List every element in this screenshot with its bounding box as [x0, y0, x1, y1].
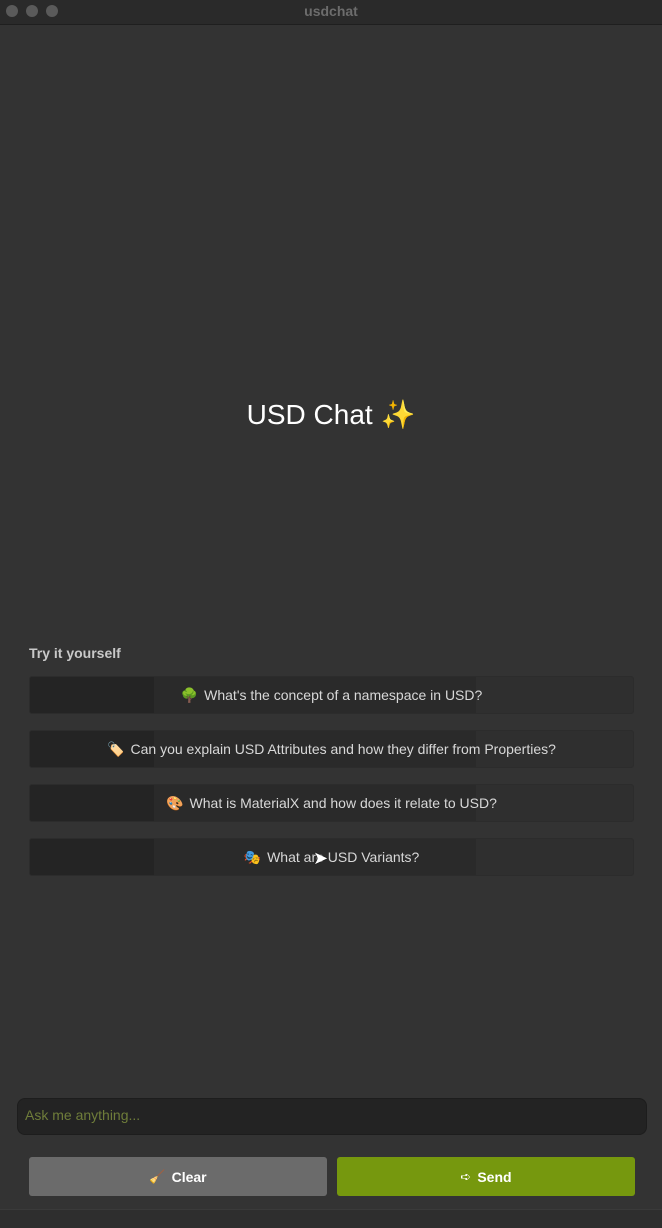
- sparkles-icon: ✨: [380, 399, 416, 430]
- theater-masks-icon: 🎭: [243, 848, 262, 865]
- suggestion-button-namespace[interactable]: 🌳 What's the concept of a namespace in U…: [29, 676, 634, 714]
- bottom-strip: [0, 1209, 662, 1228]
- hero-title: USD Chat ✨: [0, 398, 662, 431]
- label-tag-icon: 🏷️: [107, 740, 125, 757]
- suggestion-text: What's the concept of a namespace in USD…: [204, 687, 483, 703]
- window-title: usdchat: [304, 3, 358, 19]
- clear-button[interactable]: 🧹 Clear: [29, 1157, 327, 1196]
- chat-input-container: [17, 1098, 647, 1135]
- send-button-label: Send: [477, 1168, 512, 1185]
- suggestion-text: What is MaterialX and how does it relate…: [189, 795, 497, 811]
- send-button[interactable]: ➪ Send: [337, 1157, 635, 1196]
- tree-icon: 🌳: [180, 686, 199, 703]
- app-window: usdchat USD Chat ✨ Try it yourself 🌳 Wha…: [0, 0, 662, 1228]
- chat-input[interactable]: [18, 1099, 646, 1134]
- suggestion-button-attributes[interactable]: 🏷️ Can you explain USD Attributes and ho…: [29, 730, 634, 768]
- broom-icon: 🧹: [149, 1168, 166, 1184]
- send-arrow-icon: ➪: [460, 1168, 472, 1184]
- palette-icon: 🎨: [166, 794, 184, 811]
- suggestion-text: Can you explain USD Attributes and how t…: [130, 741, 556, 757]
- suggestions-label: Try it yourself: [29, 645, 121, 661]
- title-bar: usdchat: [0, 0, 662, 25]
- hero-title-text: USD Chat: [246, 399, 373, 430]
- clear-button-label: Clear: [171, 1168, 207, 1185]
- suggestion-button-materialx[interactable]: 🎨 What is MaterialX and how does it rela…: [29, 784, 634, 822]
- suggestion-text: What are USD Variants?: [267, 849, 420, 865]
- suggestion-button-variants[interactable]: 🎭 What are USD Variants?: [29, 838, 634, 876]
